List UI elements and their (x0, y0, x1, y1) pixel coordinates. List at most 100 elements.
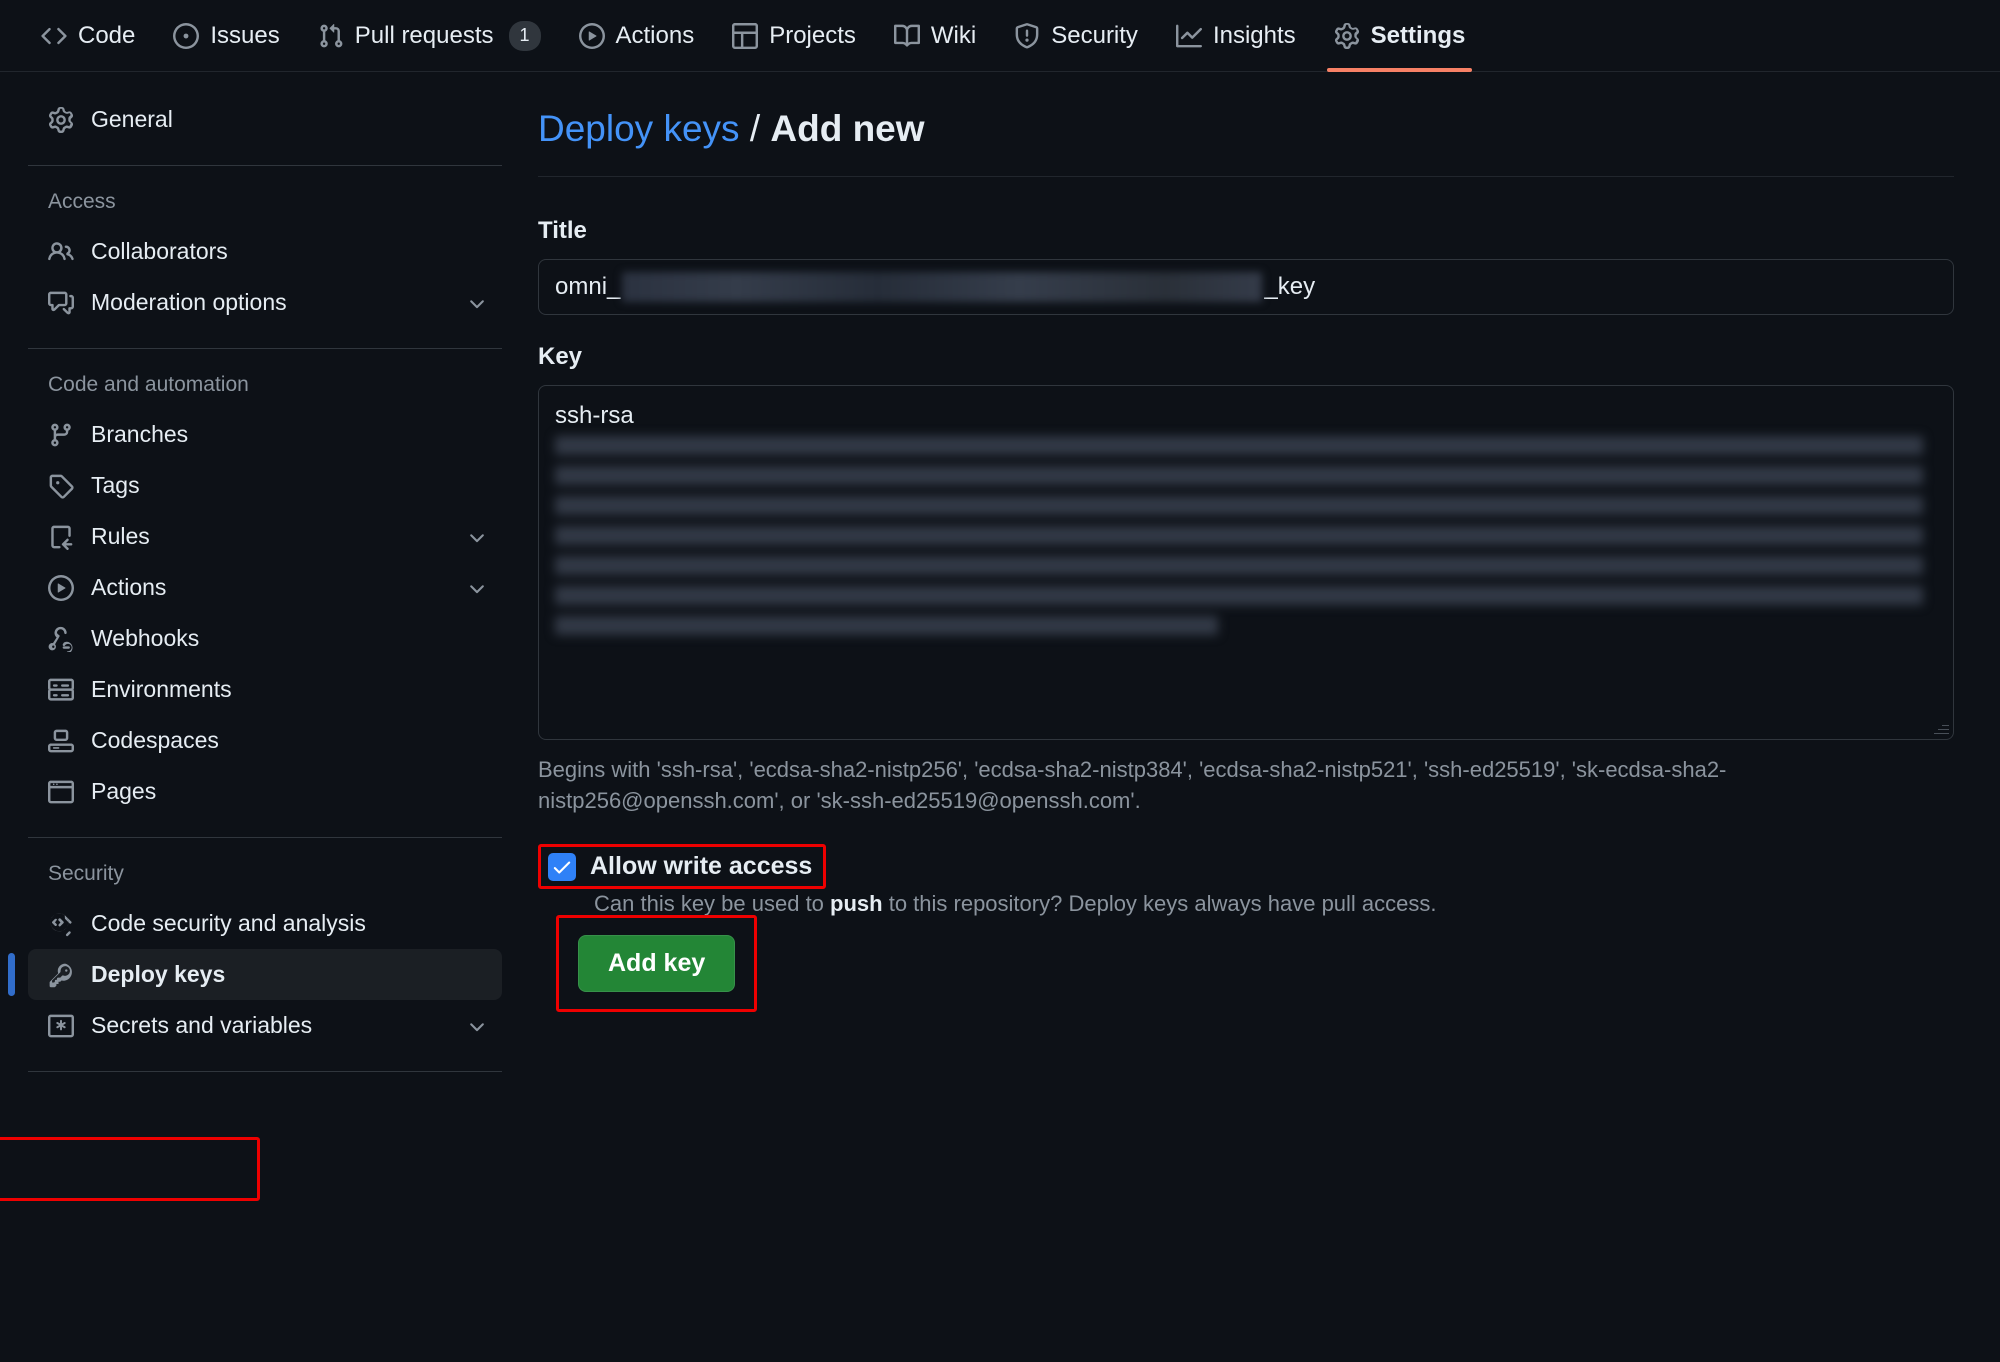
sidebar-item-label: General (91, 106, 173, 132)
help-after: to this repository? Deploy keys always h… (882, 891, 1437, 917)
table-icon (732, 22, 759, 49)
sidebar-group-access-title: Access (48, 190, 116, 213)
sidebar-group-security-title: Security (48, 862, 124, 885)
nav-tab-settings[interactable]: Settings (1315, 0, 1485, 72)
nav-tab-insights[interactable]: Insights (1157, 0, 1315, 72)
nav-tab-label: Issues (210, 21, 280, 49)
nav-tab-wiki[interactable]: Wiki (875, 0, 995, 72)
sidebar-item-label: Rules (91, 523, 150, 549)
nav-tab-label: Settings (1370, 21, 1466, 49)
sidebar-item-collaborators[interactable]: Collaborators (28, 226, 502, 277)
key-field-block: Key ssh-rsa Begins with 'ssh-rsa', 'ecds… (538, 343, 1954, 816)
graph-icon (1175, 23, 1202, 49)
breadcrumb-separator: / (749, 108, 761, 149)
chevron-down-icon[interactable] (466, 292, 488, 314)
sidebar-item-branches[interactable]: Branches (28, 409, 502, 460)
sidebar-item-label: Collaborators (91, 238, 228, 264)
pull-requests-counter: 1 (508, 20, 541, 51)
nav-tab-actions[interactable]: Actions (560, 0, 714, 72)
book-icon (893, 23, 920, 49)
sidebar-item-deploy-keys[interactable]: Deploy keys (8, 949, 502, 1000)
nav-tab-issues[interactable]: Issues (154, 0, 298, 72)
rules-icon (48, 524, 74, 550)
annotation-box-deploy-keys (0, 1137, 260, 1201)
asterisk-key-icon (48, 1013, 74, 1039)
breadcrumb: Deploy keys / Add new (538, 94, 1954, 177)
repo-nav-bar: Code Issues Pull requests 1 Actions Proj… (0, 0, 2000, 72)
sidebar-item-pages[interactable]: Pages (28, 766, 502, 817)
gear-icon (48, 106, 74, 133)
sidebar-divider (28, 348, 502, 349)
nav-tab-label: Security (1051, 21, 1138, 49)
nav-tab-label: Pull requests (354, 21, 494, 49)
breadcrumb-current: Add new (770, 108, 925, 149)
textarea-resize-handle[interactable] (1933, 719, 1949, 735)
sidebar-item-tags[interactable]: Tags (28, 460, 502, 511)
codespaces-icon (48, 728, 74, 754)
check-icon (553, 861, 571, 874)
nav-tab-code[interactable]: Code (22, 0, 154, 72)
nav-tab-label: Projects (769, 21, 856, 49)
chevron-down-icon[interactable] (466, 577, 488, 599)
codescan-icon (48, 911, 74, 937)
sidebar-item-label: Deploy keys (91, 961, 226, 987)
sidebar-item-label: Moderation options (91, 289, 287, 315)
sidebar-item-label: Pages (91, 778, 157, 804)
sidebar-item-webhooks[interactable]: Webhooks (28, 613, 502, 664)
browser-icon (48, 779, 74, 805)
allow-write-access-label[interactable]: Allow write access (590, 852, 812, 881)
allow-write-access-checkbox[interactable] (548, 852, 576, 881)
sidebar-divider (28, 1071, 502, 1072)
sidebar-item-codespaces[interactable]: Codespaces (28, 715, 502, 766)
sidebar-item-label: Codespaces (91, 727, 219, 753)
sidebar-item-actions[interactable]: Actions (28, 562, 502, 613)
allow-write-access-help-text: Can this key be used to push to this rep… (594, 891, 1954, 917)
sidebar-item-rules[interactable]: Rules (28, 511, 502, 562)
issue-opened-icon (173, 22, 200, 49)
main-content: Deploy keys / Add new Title omni_ _key Ke… (520, 72, 2000, 1361)
sidebar-item-label: Code security and analysis (91, 910, 366, 936)
git-branch-icon (48, 422, 74, 448)
settings-sidebar: General Access Collaborators Moderation … (0, 72, 520, 1361)
key-redaction (555, 436, 1937, 636)
key-icon (48, 962, 74, 988)
title-input-value-suffix: _key (1264, 273, 1316, 300)
nav-tab-pull-requests[interactable]: Pull requests 1 (299, 0, 560, 72)
title-input[interactable]: omni_ _key (538, 259, 1954, 315)
nav-tab-projects[interactable]: Projects (713, 0, 875, 72)
play-icon (578, 22, 605, 49)
chevron-down-icon[interactable] (466, 526, 488, 548)
sidebar-item-label: Branches (91, 421, 189, 447)
gear-icon (1334, 22, 1360, 49)
add-key-button[interactable]: Add key (578, 935, 736, 993)
key-field-label: Key (538, 343, 583, 370)
sidebar-item-code-security-and-analysis[interactable]: Code security and analysis (28, 898, 502, 949)
sidebar-divider (28, 837, 502, 838)
sidebar-divider (28, 165, 502, 166)
server-icon (48, 677, 74, 703)
comment-discussion-icon (48, 290, 74, 316)
webhook-icon (48, 626, 74, 652)
git-pull-request-icon (318, 23, 344, 49)
chevron-down-icon[interactable] (466, 1015, 488, 1037)
help-bold: push (830, 891, 883, 917)
nav-tab-label: Actions (615, 21, 695, 49)
sidebar-item-general[interactable]: General (28, 94, 502, 145)
sidebar-item-environments[interactable]: Environments (28, 664, 502, 715)
sidebar-item-secrets-and-variables[interactable]: Secrets and variables (28, 1000, 502, 1051)
breadcrumb-deploy-keys-link[interactable]: Deploy keys (538, 108, 740, 149)
key-textarea[interactable]: ssh-rsa (538, 385, 1954, 740)
nav-tab-label: Insights (1212, 21, 1296, 49)
allow-write-access-row[interactable]: Allow write access (538, 844, 827, 890)
title-redaction (622, 272, 1263, 302)
title-input-value-prefix: omni_ (555, 273, 621, 300)
nav-tab-security[interactable]: Security (995, 0, 1157, 72)
sidebar-item-label: Tags (91, 472, 140, 498)
key-format-help-text: Begins with 'ssh-rsa', 'ecdsa-sha2-nistp… (538, 757, 1727, 814)
sidebar-item-moderation-options[interactable]: Moderation options (28, 277, 502, 328)
tag-icon (48, 473, 74, 499)
sidebar-item-label: Webhooks (91, 625, 200, 651)
shield-icon (1014, 22, 1040, 49)
play-icon (48, 574, 74, 601)
sidebar-item-label: Environments (91, 676, 232, 702)
